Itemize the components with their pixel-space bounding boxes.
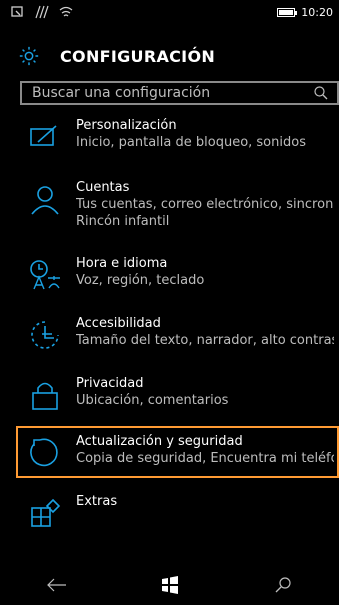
- list-item-hora-idioma[interactable]: Hora e idioma Voz, región, teclado: [0, 250, 339, 310]
- status-bar: 10:20: [0, 0, 339, 24]
- list-item-text: Actualización y seguridad Copia de segur…: [76, 434, 334, 467]
- battery-icon: [277, 7, 298, 17]
- wifi-icon: [59, 6, 73, 17]
- item-title: Actualización y seguridad: [76, 434, 243, 449]
- status-right: 10:20: [277, 6, 339, 19]
- item-title: Personalización: [76, 118, 177, 133]
- item-title: Accesibilidad: [76, 316, 161, 331]
- status-left: [0, 4, 74, 20]
- update-security-icon: [30, 438, 58, 467]
- signal-icon: [35, 5, 49, 19]
- accessibility-icon: [31, 321, 59, 349]
- list-item-text: Accesibilidad Tamaño del texto, narrador…: [76, 316, 334, 349]
- gear-icon: [19, 46, 39, 66]
- list-item-text: Extras: [76, 494, 334, 510]
- windows-icon: [161, 576, 178, 594]
- search-box[interactable]: [20, 81, 339, 105]
- list-item-text: Hora e idioma Voz, región, teclado: [76, 256, 334, 289]
- list-item-text: Personalización Inicio, pantalla de bloq…: [76, 118, 334, 151]
- search-icon: [275, 577, 291, 593]
- back-button[interactable]: [37, 565, 77, 605]
- status-time: 10:20: [301, 5, 333, 19]
- list-item-personalizacion[interactable]: Personalización Inicio, pantalla de bloq…: [0, 112, 339, 172]
- item-subtitle: Tus cuentas, correo electrónico, sincron…: [76, 197, 334, 212]
- back-icon: [46, 578, 66, 592]
- list-item-extras[interactable]: Extras: [0, 488, 339, 548]
- accounts-icon: [31, 186, 59, 215]
- list-item-text: Privacidad Ubicación, comentarios: [76, 376, 334, 409]
- time-language-icon: [30, 260, 60, 290]
- start-button[interactable]: [150, 565, 190, 605]
- item-subtitle: Ubicación, comentarios: [76, 393, 229, 408]
- list-item-actualizacion-seguridad[interactable]: Actualización y seguridad Copia de segur…: [0, 428, 339, 480]
- page-title: CONFIGURACIÓN: [60, 46, 216, 66]
- item-title: Cuentas: [76, 180, 130, 195]
- header: CONFIGURACIÓN: [0, 36, 339, 76]
- privacy-icon: [32, 382, 58, 410]
- list-item-cuentas[interactable]: Cuentas Tus cuentas, correo electrónico,…: [0, 174, 339, 250]
- list-item-privacidad[interactable]: Privacidad Ubicación, comentarios: [0, 370, 339, 430]
- item-subtitle: Copia de seguridad, Encuentra mi teléfon…: [76, 451, 334, 466]
- item-subtitle: Tamaño del texto, narrador, alto contras…: [76, 333, 334, 348]
- notification-icon: [11, 6, 23, 17]
- list-item-accesibilidad[interactable]: Accesibilidad Tamaño del texto, narrador…: [0, 310, 339, 370]
- item-subtitle: Voz, región, teclado: [76, 273, 205, 288]
- item-subtitle: Inicio, pantalla de bloqueo, sonidos: [76, 135, 306, 150]
- search-input[interactable]: [22, 84, 313, 102]
- item-title: Hora e idioma: [76, 256, 168, 271]
- personalization-icon: [30, 125, 57, 146]
- item-title: Extras: [76, 494, 118, 509]
- navigation-bar: [0, 565, 339, 605]
- search-button[interactable]: [263, 565, 303, 605]
- search-icon[interactable]: [313, 85, 329, 101]
- extras-icon: [31, 498, 61, 527]
- list-item-text: Cuentas Tus cuentas, correo electrónico,…: [76, 180, 334, 230]
- item-subtitle-line2: Rincón infantil: [76, 214, 170, 229]
- item-title: Privacidad: [76, 376, 144, 391]
